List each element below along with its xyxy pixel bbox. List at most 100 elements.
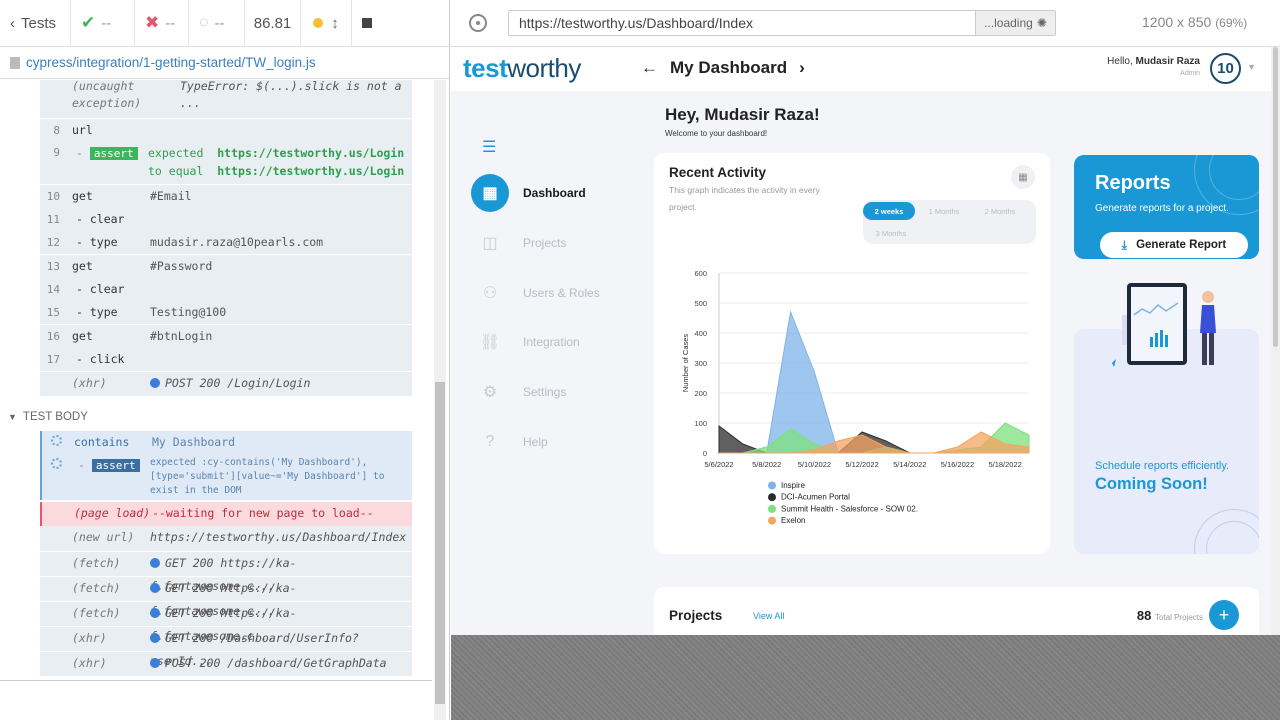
coming-soon-subtitle: Schedule reports efficiently. <box>1095 460 1230 472</box>
spinner-icon: ✺ <box>1036 16 1047 30</box>
command-row[interactable]: 16 get #btnLogin <box>40 324 412 348</box>
spinner-icon <box>51 458 62 469</box>
spec-path: cypress/integration/1-getting-started/TW… <box>26 55 316 70</box>
page-title: ← My Dashboard › <box>641 58 805 78</box>
gear-icon: ⚙ <box>482 384 498 401</box>
command-row[interactable]: (fetch) GET 200 https://ka-f.fontawesome.… <box>40 551 412 593</box>
command-row[interactable]: 10 get #Email <box>40 184 412 208</box>
legend-swatch <box>768 493 776 502</box>
chevron-down-icon[interactable]: ▼ <box>1247 62 1256 72</box>
legend-swatch <box>768 516 776 525</box>
passed-count: -- <box>101 14 112 32</box>
tablet-illustration <box>1112 283 1216 367</box>
legend-label: Exelon <box>781 516 805 525</box>
greeting-title: Hey, Mudasir Raza! <box>665 105 820 124</box>
spec-file-link[interactable]: cypress/integration/1-getting-started/TW… <box>0 47 449 79</box>
url-bar[interactable]: https://testworthy.us/Dashboard/Index ..… <box>508 10 1056 36</box>
selector-playground-icon[interactable] <box>469 14 487 32</box>
xhr-dot-icon <box>150 583 160 593</box>
auto-scroll-toggle[interactable]: ↕ <box>301 0 352 47</box>
status-dot-icon <box>313 18 324 28</box>
runner-header: ‹ Tests ✔ -- ✖ -- ◌ -- 86.81 ↕ <box>0 0 449 47</box>
viewport-info[interactable]: 1200 x 850 (69%) <box>1142 14 1247 30</box>
aut-header: https://testworthy.us/Dashboard/Index ..… <box>451 0 1280 47</box>
passed-stat: ✔ -- <box>71 0 135 47</box>
y-tick-label: 600 <box>694 269 707 278</box>
command-row[interactable]: 14- clear <box>40 278 412 301</box>
failed-count: -- <box>165 14 176 32</box>
legend-swatch <box>768 504 776 513</box>
y-tick-label: 300 <box>694 359 707 368</box>
activity-chart: 0 100 200 300 400 500 600 Number of Cases 5/6/20… <box>681 269 1030 525</box>
command-row[interactable]: 15- type Testing@100 <box>40 301 412 324</box>
command-row[interactable]: (fetch) GET 200 https://ka-f.fontawesome.… <box>40 601 412 643</box>
app-scrollbar[interactable] <box>1271 47 1280 635</box>
command-row[interactable]: 17- click <box>40 348 412 371</box>
assert-badge: assert <box>89 147 138 160</box>
nav-item-projects[interactable]: ◫ Projects <box>471 223 641 263</box>
scrollbar-thumb[interactable] <box>435 382 445 704</box>
y-tick-label: 400 <box>694 329 707 338</box>
legend-label: Summit Health - Salesforce - SOW 02. <box>781 504 918 513</box>
command-row[interactable]: (xhr) GET 200 /Dashboard/UserInfo?userId.… <box>40 626 412 668</box>
y-tick-label: 500 <box>694 299 707 308</box>
reports-title: Reports <box>1095 172 1171 194</box>
top-nav: testworthy ← My Dashboard › Hello, Mudas… <box>451 47 1271 91</box>
welcome-text: Welcome to your dashboard! <box>665 129 768 138</box>
menu-icon[interactable]: ☰ <box>482 137 496 157</box>
generate-report-button[interactable]: ⤓ Generate Report <box>1100 232 1248 258</box>
view-all-link[interactable]: View All <box>753 611 784 621</box>
tests-nav-button[interactable]: ‹ Tests <box>0 0 71 47</box>
command-log: (uncaught exception) TypeError: $(...).s… <box>0 80 432 680</box>
nav-item-settings[interactable]: ⚙ Settings <box>471 372 641 412</box>
x-tick-label: 5/16/2022 <box>941 460 974 469</box>
y-tick-label: 200 <box>694 389 707 398</box>
avatar[interactable]: 10 <box>1210 53 1241 84</box>
legend-label: DCI-Acumen Portal <box>781 493 850 502</box>
x-icon: ✖ <box>145 13 160 32</box>
arrow-left-icon[interactable]: ← <box>641 58 658 78</box>
command-row[interactable]: (xhr) POST 200 /dashboard/GetGraphData <box>40 651 412 676</box>
user-greeting: Hello, Mudasir Raza Admin <box>1107 56 1200 77</box>
command-row[interactable]: (new url) https://testworthy.us/Dashboar… <box>40 526 412 551</box>
nav-item-users-roles[interactable]: ⚇ Users & Roles <box>471 273 641 313</box>
arrows-vertical-icon: ↕ <box>331 14 339 32</box>
command-row[interactable]: contains My Dashboard <box>40 431 412 454</box>
xhr-dot-icon <box>150 558 160 568</box>
add-project-button[interactable]: + <box>1209 600 1239 630</box>
command-row[interactable]: 12- type mudasir.raza@10pearls.com <box>40 231 412 254</box>
dashboard-icon: ▦ <box>471 174 509 212</box>
command-row[interactable]: (xhr) POST 200 /Login/Login <box>40 371 412 396</box>
command-row[interactable]: 11- clear <box>40 208 412 231</box>
url-text: https://testworthy.us/Dashboard/Index <box>519 15 753 31</box>
command-row[interactable]: - assert expected :cy-contains('My Dashb… <box>40 454 412 500</box>
command-row[interactable]: (uncaught exception) TypeError: $(...).s… <box>40 80 412 118</box>
projects-card: Projects View All 88 Total Projects + <box>654 587 1259 635</box>
legend-swatch <box>768 481 776 490</box>
assert-badge: assert <box>91 459 140 472</box>
side-nav: ☰ ▦ Dashboard ◫ Projects ⚇ Users & Roles ⛓ I… <box>451 91 641 635</box>
presentation-icon: ◫ <box>482 235 498 252</box>
nav-item-dashboard[interactable]: ▦ Dashboard <box>471 173 641 213</box>
x-tick-label: 5/8/2022 <box>752 460 781 469</box>
recent-activity-card: Recent Activity This graph indicates the… <box>654 153 1050 554</box>
nav-item-integration[interactable]: ⛓ Integration <box>471 322 641 362</box>
coming-soon-title: Coming Soon! <box>1095 475 1208 493</box>
testworthy-logo[interactable]: testworthy <box>463 53 581 84</box>
nav-item-help[interactable]: ? Help <box>471 422 641 462</box>
command-row[interactable]: 9 - assert expected https://testworthy.u… <box>40 142 412 184</box>
tests-label: Tests <box>21 14 57 32</box>
xhr-dot-icon <box>150 633 160 643</box>
command-row[interactable]: (page load) --waiting for new page to lo… <box>40 502 412 526</box>
command-row[interactable]: 8 url <box>40 118 412 142</box>
chevron-right-icon[interactable]: › <box>799 58 805 78</box>
pending-stat: ◌ -- <box>189 0 245 47</box>
command-row[interactable]: 13 get #Password <box>40 254 412 278</box>
project-count: 88 Total Projects <box>1136 608 1203 623</box>
command-row[interactable]: (fetch) GET 200 https://ka-f.fontawesome.… <box>40 576 412 618</box>
chevron-left-icon: ‹ <box>10 14 15 32</box>
scrollbar-thumb[interactable] <box>1273 47 1278 347</box>
stop-button[interactable] <box>352 0 382 47</box>
runner-scrollbar[interactable] <box>434 80 446 720</box>
test-body-toggle[interactable]: ▼ TEST BODY <box>2 401 412 433</box>
